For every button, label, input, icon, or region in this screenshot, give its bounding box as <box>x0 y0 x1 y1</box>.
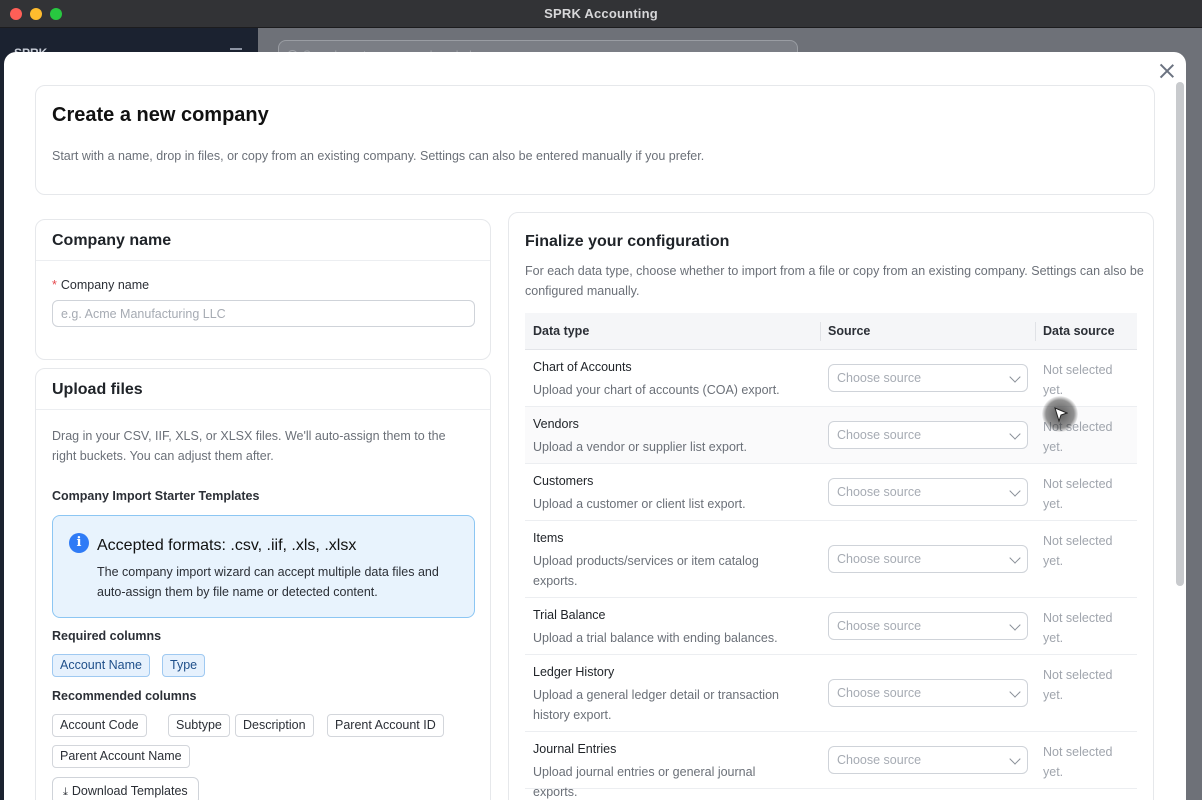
source-select-value: Choose source <box>837 428 922 442</box>
source-select[interactable]: Choose source <box>828 679 1028 707</box>
source-select-value: Choose source <box>837 753 922 767</box>
row-data-source: Not selected yet. <box>1043 611 1113 645</box>
table-row: Customers Upload a customer or client li… <box>525 464 1137 521</box>
table-row: Vendors Upload a vendor or supplier list… <box>525 407 1137 464</box>
chevron-down-icon <box>1009 686 1021 698</box>
accepted-formats-text: The company import wizard can accept mul… <box>97 565 439 599</box>
download-templates-button[interactable]: ⤓ Download Templates <box>52 777 199 800</box>
source-select-value: Choose source <box>837 485 922 499</box>
recommended-column-chip: Subtype <box>168 714 230 737</box>
company-name-label-text: Company name <box>60 278 150 292</box>
source-select-value: Choose source <box>837 552 922 566</box>
upload-files-card-title: Upload files <box>36 369 490 410</box>
chevron-down-icon <box>1009 619 1021 631</box>
required-columns-heading: Required columns <box>52 629 162 643</box>
source-select-value: Choose source <box>837 371 922 385</box>
chevron-down-icon <box>1009 428 1021 440</box>
page-subtitle: Start with a name, drop in files, or cop… <box>52 149 705 163</box>
recommended-column-chip: Parent Account ID <box>327 714 444 737</box>
recommended-column-chip: Account Code <box>52 714 147 737</box>
templates-heading: Company Import Starter Templates <box>52 489 260 503</box>
accepted-formats-title: Accepted formats: .csv, .iif, .xls, .xls… <box>97 537 357 554</box>
source-select-value: Choose source <box>837 686 922 700</box>
table-row: Items Upload products/services or item c… <box>525 521 1137 598</box>
row-data-source: Not selected yet. <box>1043 420 1113 454</box>
column-header-data-source: Data source <box>1043 324 1115 338</box>
chevron-down-icon <box>1009 371 1021 383</box>
configuration-description: For each data type, choose whether to im… <box>525 264 1144 298</box>
required-column-chip: Type <box>162 654 206 677</box>
chevron-down-icon <box>1009 753 1021 765</box>
row-data-source: Not selected yet. <box>1043 534 1113 568</box>
intro-card: Create a new company Start with a name, … <box>35 85 1155 195</box>
row-data-type: Ledger History <box>533 665 615 679</box>
chevron-down-icon <box>1009 552 1021 564</box>
window-maximize-button[interactable] <box>50 8 62 20</box>
table-row: Chart of Accounts Upload your chart of a… <box>525 350 1137 407</box>
recommended-column-chip: Description <box>235 714 314 737</box>
table-header: Data type Source Data source <box>525 313 1137 350</box>
source-select[interactable]: Choose source <box>828 478 1028 506</box>
page-title: Create a new company <box>52 104 269 126</box>
source-select[interactable]: Choose source <box>828 746 1028 774</box>
row-data-type: Journal Entries <box>533 742 617 756</box>
configuration-card: Finalize your configuration For each dat… <box>508 212 1154 800</box>
recommended-column-chip: Parent Account Name <box>52 745 190 768</box>
row-data-source: Not selected yet. <box>1043 477 1113 511</box>
row-description: Upload a vendor or supplier list export. <box>533 440 748 454</box>
row-data-type: Trial Balance <box>533 608 606 622</box>
upload-dropzone-description[interactable]: Drag in your CSV, IIF, XLS, or XLSX file… <box>52 426 472 466</box>
source-select[interactable]: Choose source <box>828 364 1028 392</box>
source-select[interactable]: Choose source <box>828 421 1028 449</box>
row-description: Upload a customer or client list export. <box>533 497 746 511</box>
data-type-table: Data type Source Data source Chart of Ac… <box>525 313 1137 799</box>
column-header-source: Source <box>828 324 871 338</box>
window-close-button[interactable] <box>10 8 22 20</box>
required-marker: * <box>52 278 57 292</box>
window-controls <box>10 8 62 20</box>
source-select[interactable]: Choose source <box>828 612 1028 640</box>
row-data-source: Not selected yet. <box>1043 363 1113 397</box>
close-icon[interactable] <box>1158 62 1176 80</box>
accepted-formats-alert: i Accepted formats: .csv, .iif, .xls, .x… <box>52 515 475 618</box>
row-data-type: Chart of Accounts <box>533 360 632 374</box>
row-description: Upload your chart of accounts (COA) expo… <box>533 383 780 397</box>
row-data-source: Not selected yet. <box>1043 668 1113 702</box>
table-row: Trial Balance Upload a trial balance wit… <box>525 598 1137 655</box>
window-titlebar: SPRK Accounting <box>0 0 1202 28</box>
configuration-title: Finalize your configuration <box>525 233 730 250</box>
source-select-value: Choose source <box>837 619 922 633</box>
required-column-chip: Account Name <box>52 654 150 677</box>
download-templates-label: Download Templates <box>71 784 188 798</box>
company-name-label: * Company name <box>52 278 149 292</box>
row-description: Upload a general ledger detail or transa… <box>533 688 779 722</box>
column-divider <box>1035 322 1036 341</box>
window-minimize-button[interactable] <box>30 8 42 20</box>
row-description: Upload a trial balance with ending balan… <box>533 631 778 645</box>
company-name-input[interactable] <box>52 300 475 327</box>
company-name-card-title: Company name <box>36 220 490 261</box>
create-company-modal: Create a new company Start with a name, … <box>4 52 1186 800</box>
source-select[interactable]: Choose source <box>828 545 1028 573</box>
row-data-type: Vendors <box>533 417 579 431</box>
chevron-down-icon <box>1009 485 1021 497</box>
row-data-source: Not selected yet. <box>1043 745 1113 779</box>
row-description: Upload journal entries or general journa… <box>533 765 756 799</box>
modal-scrollbar[interactable] <box>1176 82 1184 586</box>
table-row: Ledger History Upload a general ledger d… <box>525 655 1137 732</box>
window-title: SPRK Accounting <box>544 6 658 21</box>
column-divider <box>820 322 821 341</box>
row-description: Upload products/services or item catalog… <box>533 554 759 588</box>
company-name-card: Company name * Company name <box>35 219 491 360</box>
info-icon: i <box>69 533 89 553</box>
row-data-type: Items <box>533 531 564 545</box>
upload-files-card: Upload files Drag in your CSV, IIF, XLS,… <box>35 368 491 800</box>
column-header-data-type: Data type <box>533 324 590 338</box>
recommended-columns-heading: Recommended columns <box>52 689 197 703</box>
table-row: Journal Entries Upload journal entries o… <box>525 732 1137 799</box>
row-data-type: Customers <box>533 474 594 488</box>
download-icon: ⤓ <box>63 786 68 798</box>
